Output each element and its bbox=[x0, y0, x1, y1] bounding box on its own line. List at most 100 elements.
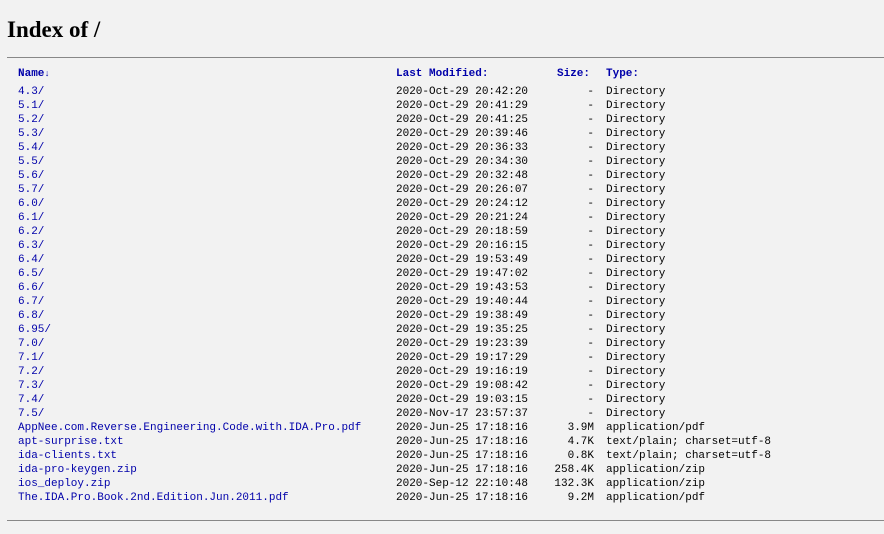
entry-modified: 2020-Oct-29 20:41:25 bbox=[396, 114, 529, 126]
listing-row: 7.2/2020-Oct-29 19:16:19 - Directory bbox=[0, 365, 884, 379]
entry-link[interactable]: 6.3/ bbox=[18, 240, 44, 252]
entry-link[interactable]: apt-surprise.txt bbox=[18, 436, 124, 448]
entry-link[interactable]: 5.1/ bbox=[18, 100, 44, 112]
entry-size: - bbox=[587, 366, 594, 378]
entry-link[interactable]: 6.6/ bbox=[18, 282, 44, 294]
entry-link[interactable]: 6.95/ bbox=[18, 324, 51, 336]
entry-link[interactable]: 6.8/ bbox=[18, 310, 44, 322]
entry-name-cell: 7.2/ bbox=[18, 365, 44, 379]
entry-name-cell: ios_deploy.zip bbox=[18, 477, 110, 491]
listing-row: 5.1/2020-Oct-29 20:41:29 - Directory bbox=[0, 99, 884, 113]
listing-row: 6.6/2020-Oct-29 19:43:53 - Directory bbox=[0, 281, 884, 295]
entry-link[interactable]: 6.5/ bbox=[18, 268, 44, 280]
entry-modified: 2020-Oct-29 20:32:48 bbox=[396, 170, 529, 182]
entry-name-cell: ida-clients.txt bbox=[18, 449, 117, 463]
entry-link[interactable]: 5.3/ bbox=[18, 128, 44, 140]
entry-link[interactable]: 4.3/ bbox=[18, 86, 44, 98]
entry-link[interactable]: 5.2/ bbox=[18, 114, 44, 126]
entry-modified: 2020-Oct-29 19:23:39 bbox=[396, 338, 529, 350]
listing-row: 7.5/2020-Nov-17 23:57:37 - Directory bbox=[0, 407, 884, 421]
name-column-header[interactable]: Name↓ bbox=[18, 67, 50, 81]
entry-size: 0.8K bbox=[567, 450, 594, 462]
entry-modified: 2020-Jun-25 17:18:16 bbox=[396, 450, 529, 462]
entry-size: 3.9M bbox=[567, 422, 594, 434]
entry-link[interactable]: 5.6/ bbox=[18, 170, 44, 182]
entry-link[interactable]: 6.4/ bbox=[18, 254, 44, 266]
entry-type: Directory bbox=[606, 324, 666, 336]
entry-name-cell: The.IDA.Pro.Book.2nd.Edition.Jun.2011.pd… bbox=[18, 491, 289, 505]
entry-size: - bbox=[587, 100, 594, 112]
entry-link[interactable]: 7.2/ bbox=[18, 366, 44, 378]
listing-row: ida-clients.txt 2020-Jun-25 17:18:16 0.8K t… bbox=[0, 449, 884, 463]
entry-name-cell: 7.4/ bbox=[18, 393, 44, 407]
last-modified-column-header[interactable]: Last Modified: bbox=[396, 67, 488, 81]
entry-link[interactable]: 6.2/ bbox=[18, 226, 44, 238]
entry-name-cell: 5.5/ bbox=[18, 155, 44, 169]
entry-type: Directory bbox=[606, 282, 666, 294]
entry-size: - bbox=[587, 296, 594, 308]
entry-link[interactable]: 6.1/ bbox=[18, 212, 44, 224]
entry-type: Directory bbox=[606, 128, 666, 140]
entry-type: Directory bbox=[606, 352, 666, 364]
entry-type: application/zip bbox=[606, 464, 706, 476]
listing-row: 7.4/2020-Oct-29 19:03:15 - Directory bbox=[0, 393, 884, 407]
entry-link[interactable]: ios_deploy.zip bbox=[18, 478, 110, 490]
entry-name-cell: 6.7/ bbox=[18, 295, 44, 309]
entry-name-cell: 5.4/ bbox=[18, 141, 44, 155]
entry-size: 132.3K bbox=[554, 478, 594, 490]
entry-link[interactable]: 7.0/ bbox=[18, 338, 44, 350]
entry-link[interactable]: 5.7/ bbox=[18, 184, 44, 196]
entry-modified: 2020-Jun-25 17:18:16 bbox=[396, 464, 529, 476]
entry-size: - bbox=[587, 352, 594, 364]
entry-type: application/pdf bbox=[606, 492, 706, 504]
size-column-header[interactable]: Size: bbox=[557, 67, 590, 81]
entry-size: - bbox=[587, 310, 594, 322]
listing-row: 5.7/2020-Oct-29 20:26:07 - Directory bbox=[0, 183, 884, 197]
entry-link[interactable]: AppNee.com.Reverse.Engineering.Code.with… bbox=[18, 422, 361, 434]
entry-link[interactable]: 6.0/ bbox=[18, 198, 44, 210]
entry-type: Directory bbox=[606, 380, 666, 392]
entry-name-cell: apt-surprise.txt bbox=[18, 435, 124, 449]
entry-link[interactable]: 5.5/ bbox=[18, 156, 44, 168]
entry-link[interactable]: ida-pro-keygen.zip bbox=[18, 464, 137, 476]
listing-row: 6.1/2020-Oct-29 20:21:24 - Directory bbox=[0, 211, 884, 225]
listing-row: 6.4/2020-Oct-29 19:53:49 - Directory bbox=[0, 253, 884, 267]
listing-row: AppNee.com.Reverse.Engineering.Code.with… bbox=[0, 421, 884, 435]
entry-modified: 2020-Oct-29 20:24:12 bbox=[396, 198, 529, 210]
entry-type: text/plain; charset=utf-8 bbox=[606, 450, 772, 462]
entry-name-cell: 6.1/ bbox=[18, 211, 44, 225]
entry-type: text/plain; charset=utf-8 bbox=[606, 436, 772, 448]
entry-link[interactable]: 7.1/ bbox=[18, 352, 44, 364]
entry-size: - bbox=[587, 240, 594, 252]
entry-modified: 2020-Oct-29 20:34:30 bbox=[396, 156, 529, 168]
type-column-header[interactable]: Type: bbox=[606, 67, 639, 81]
entry-name-cell: 5.1/ bbox=[18, 99, 44, 113]
entry-size: 258.4K bbox=[554, 464, 594, 476]
entry-type: Directory bbox=[606, 338, 666, 350]
entry-link[interactable]: The.IDA.Pro.Book.2nd.Edition.Jun.2011.pd… bbox=[18, 492, 289, 504]
entry-type: Directory bbox=[606, 212, 666, 224]
entry-modified: 2020-Oct-29 20:41:29 bbox=[396, 100, 529, 112]
entry-name-cell: 6.8/ bbox=[18, 309, 44, 323]
listing-row: 5.6/2020-Oct-29 20:32:48 - Directory bbox=[0, 169, 884, 183]
entry-size: - bbox=[587, 184, 594, 196]
entry-type: Directory bbox=[606, 310, 666, 322]
listing-row: 4.3/2020-Oct-29 20:42:20 - Directory bbox=[0, 85, 884, 99]
listing-row: 6.95/2020-Oct-29 19:35:25 - Directory bbox=[0, 323, 884, 337]
entry-type: Directory bbox=[606, 86, 666, 98]
entry-type: application/zip bbox=[606, 478, 706, 490]
entry-link[interactable]: 5.4/ bbox=[18, 142, 44, 154]
entry-type: Directory bbox=[606, 268, 666, 280]
entry-size: - bbox=[587, 394, 594, 406]
entry-link[interactable]: 7.4/ bbox=[18, 394, 44, 406]
entry-link[interactable]: ida-clients.txt bbox=[18, 450, 117, 462]
entry-modified: 2020-Oct-29 19:53:49 bbox=[396, 254, 529, 266]
entry-name-cell: 6.3/ bbox=[18, 239, 44, 253]
entry-link[interactable]: 7.3/ bbox=[18, 380, 44, 392]
entry-type: Directory bbox=[606, 142, 666, 154]
listing-row: 6.8/2020-Oct-29 19:38:49 - Directory bbox=[0, 309, 884, 323]
entry-link[interactable]: 6.7/ bbox=[18, 296, 44, 308]
entry-link[interactable]: 7.5/ bbox=[18, 408, 44, 420]
entry-type: Directory bbox=[606, 226, 666, 238]
entry-name-cell: 6.6/ bbox=[18, 281, 44, 295]
